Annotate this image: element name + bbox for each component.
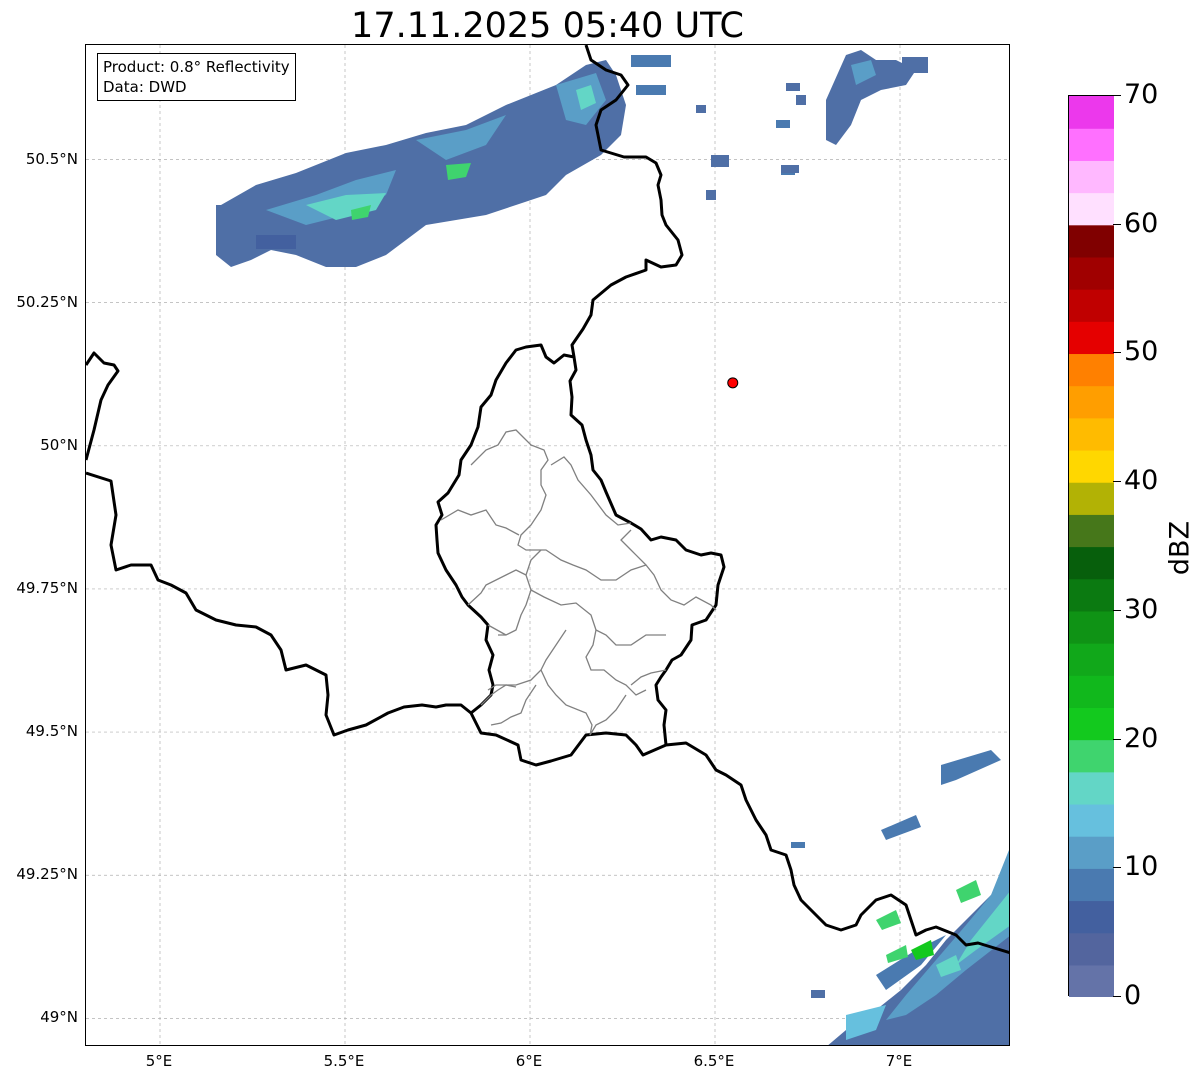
colorbar-tick-mark: [1113, 867, 1121, 869]
lat-tick-label: 50°N: [40, 435, 78, 454]
colorbar-segment: [1069, 385, 1114, 419]
colorbar-tick-mark: [1113, 95, 1121, 96]
colorbar-segment: [1069, 224, 1114, 258]
colorbar-segment: [1069, 96, 1114, 129]
colorbar-segment: [1069, 868, 1114, 902]
precip-band-northeast: [776, 50, 928, 173]
lat-tick-label: 50.25°N: [16, 292, 78, 311]
colorbar-tick-label: 10: [1124, 851, 1159, 883]
colorbar-segment: [1069, 128, 1114, 161]
colorbar-segment: [1069, 675, 1114, 708]
colorbar-gradient: [1069, 96, 1114, 997]
colorbar-segment: [1069, 803, 1114, 837]
colorbar: [1068, 95, 1114, 997]
canton-line-5: [530, 589, 666, 646]
product-info-box: Product: 0.8° Reflectivity Data: DWD: [97, 53, 296, 101]
colorbar-tick-mark: [1113, 738, 1121, 740]
lat-tick-label: 50.5°N: [25, 149, 78, 168]
colorbar-segment: [1069, 707, 1114, 741]
colorbar-segment: [1069, 610, 1114, 644]
colorbar-segment: [1069, 900, 1114, 934]
colorbar-tick-label: 20: [1124, 722, 1159, 754]
border-france-germany: [469, 712, 1009, 954]
canton-line-13: [480, 684, 517, 706]
colorbar-segment: [1069, 932, 1114, 966]
colorbar-tick-label: 60: [1124, 207, 1159, 239]
colorbar-segment: [1069, 739, 1114, 773]
colorbar-segment: [1069, 160, 1114, 194]
canton-line-3: [550, 456, 632, 526]
lat-tick-label: 49.25°N: [16, 865, 78, 884]
graticule: [86, 45, 1009, 1045]
colorbar-tick-label: 70: [1124, 79, 1159, 110]
colorbar-segment: [1069, 964, 1114, 997]
radar-site-marker[interactable]: [727, 377, 739, 389]
radar-map[interactable]: [85, 44, 1010, 1046]
colorbar-tick-mark: [1113, 352, 1121, 354]
lat-tick-label: 49.75°N: [16, 578, 78, 597]
colorbar-tick-mark: [1113, 481, 1121, 483]
colorbar-segment: [1069, 836, 1114, 869]
canton-line-12: [490, 684, 537, 726]
colorbar-segment: [1069, 321, 1114, 355]
lon-tick-label: 6.5°E: [693, 1052, 735, 1070]
map-title: 17.11.2025 05:40 UTC: [351, 6, 744, 46]
precip-band-north: [216, 55, 795, 267]
lon-tick-label: 5°E: [145, 1052, 173, 1070]
data-source-label: Data: DWD: [103, 78, 187, 96]
canton-line-11: [540, 669, 627, 736]
luxembourg-cantons: [440, 429, 717, 736]
lon-tick-label: 5.5°E: [323, 1052, 365, 1070]
colorbar-segment: [1069, 192, 1114, 226]
canton-line-2: [440, 509, 520, 536]
canton-line-7: [585, 629, 647, 696]
colorbar-segment: [1069, 482, 1114, 515]
canton-line-6: [487, 629, 567, 691]
lon-tick-label: 6°E: [515, 1052, 543, 1070]
canton-line-9: [467, 569, 527, 606]
precip-band-southeast: [791, 750, 1009, 1045]
map-canvas: [86, 45, 1009, 1045]
colorbar-tick-mark: [1113, 996, 1121, 997]
colorbar-segment: [1069, 546, 1114, 580]
canton-line-1: [470, 429, 717, 611]
colorbar-segment: [1069, 353, 1114, 387]
lat-tick-label: 49°N: [40, 1008, 78, 1027]
product-label: Product: 0.8° Reflectivity: [103, 58, 290, 76]
colorbar-segment: [1069, 256, 1114, 290]
lat-tick-label: 49.5°N: [25, 722, 78, 741]
canton-line-10: [487, 624, 507, 636]
colorbar-tick-mark: [1113, 609, 1121, 611]
colorbar-segment: [1069, 578, 1114, 612]
colorbar-segment: [1069, 289, 1114, 322]
lon-tick-label: 7°E: [885, 1052, 913, 1070]
colorbar-tick-label: 30: [1124, 593, 1159, 625]
colorbar-segment: [1069, 771, 1114, 805]
colorbar-tick-mark: [1113, 223, 1121, 225]
colorbar-tick-label: 0: [1124, 980, 1142, 1011]
colorbar-tick-label: 40: [1124, 465, 1159, 497]
colorbar-segment: [1069, 417, 1114, 451]
colorbar-segment: [1069, 514, 1114, 548]
canton-line-8: [620, 529, 647, 566]
colorbar-segment: [1069, 643, 1114, 676]
colorbar-unit-label: dBZ: [1164, 520, 1196, 576]
border-belgium-france: [86, 351, 120, 461]
colorbar-segment: [1069, 449, 1114, 483]
colorbar-tick-label: 50: [1124, 336, 1159, 368]
border-luxembourg: [434, 343, 726, 746]
border-belgium-france-south: [86, 471, 472, 737]
